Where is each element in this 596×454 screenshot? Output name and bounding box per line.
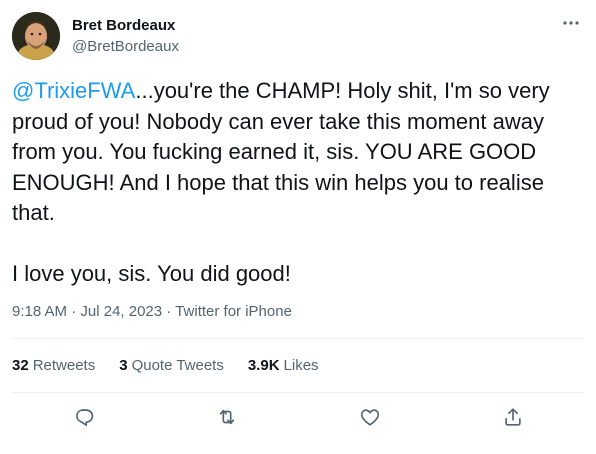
avatar-image xyxy=(12,12,60,60)
likes-stat[interactable]: 3.9K Likes xyxy=(248,357,319,375)
author-handle[interactable]: @BretBordeaux xyxy=(72,38,179,56)
meta-separator: · xyxy=(71,303,77,320)
more-options-button[interactable] xyxy=(558,10,584,36)
meta-separator: · xyxy=(166,303,172,320)
likes-count: 3.9K xyxy=(247,357,280,374)
tweet-stats: 32 Retweets 3 Quote Tweets 3.9K Likes xyxy=(12,357,343,375)
retweets-stat[interactable]: 32 Retweets xyxy=(12,357,95,375)
quote-tweets-stat[interactable]: 3 Quote Tweets xyxy=(119,357,224,375)
more-icon xyxy=(563,21,579,25)
share-icon xyxy=(504,408,521,426)
tweet-text: @TrixieFWA...you're the CHAMP! Holy shit… xyxy=(12,76,586,290)
divider xyxy=(12,338,584,339)
retweet-button[interactable] xyxy=(210,400,244,434)
reply-icon xyxy=(75,409,93,426)
heart-icon xyxy=(360,409,379,426)
quote-tweets-count: 3 xyxy=(119,357,128,374)
author-avatar[interactable] xyxy=(12,12,60,60)
tweet-source[interactable]: Twitter for iPhone xyxy=(175,303,292,320)
retweets-count: 32 xyxy=(12,357,29,374)
mention-link[interactable]: @TrixieFWA xyxy=(12,78,135,103)
author-name[interactable]: Bret Bordeaux xyxy=(72,17,175,35)
like-button[interactable] xyxy=(353,400,387,434)
tweet-paragraph-2: I love you, sis. You did good! xyxy=(12,261,291,286)
tweet-paragraph-1: @TrixieFWA...you're the CHAMP! Holy shit… xyxy=(12,76,586,229)
share-button[interactable] xyxy=(496,400,530,434)
tweet-actions xyxy=(12,400,584,434)
tweet-meta: 9:18 AM · Jul 24, 2023 · Twitter for iPh… xyxy=(12,303,292,321)
likes-label: Likes xyxy=(283,357,319,374)
tweet-date[interactable]: Jul 24, 2023 xyxy=(80,303,162,320)
tweet-time[interactable]: 9:18 AM xyxy=(12,303,67,320)
retweet-icon xyxy=(219,409,234,425)
retweets-label: Retweets xyxy=(32,357,96,374)
quote-tweets-label: Quote Tweets xyxy=(131,357,224,374)
divider xyxy=(12,392,584,393)
reply-button[interactable] xyxy=(67,400,101,434)
